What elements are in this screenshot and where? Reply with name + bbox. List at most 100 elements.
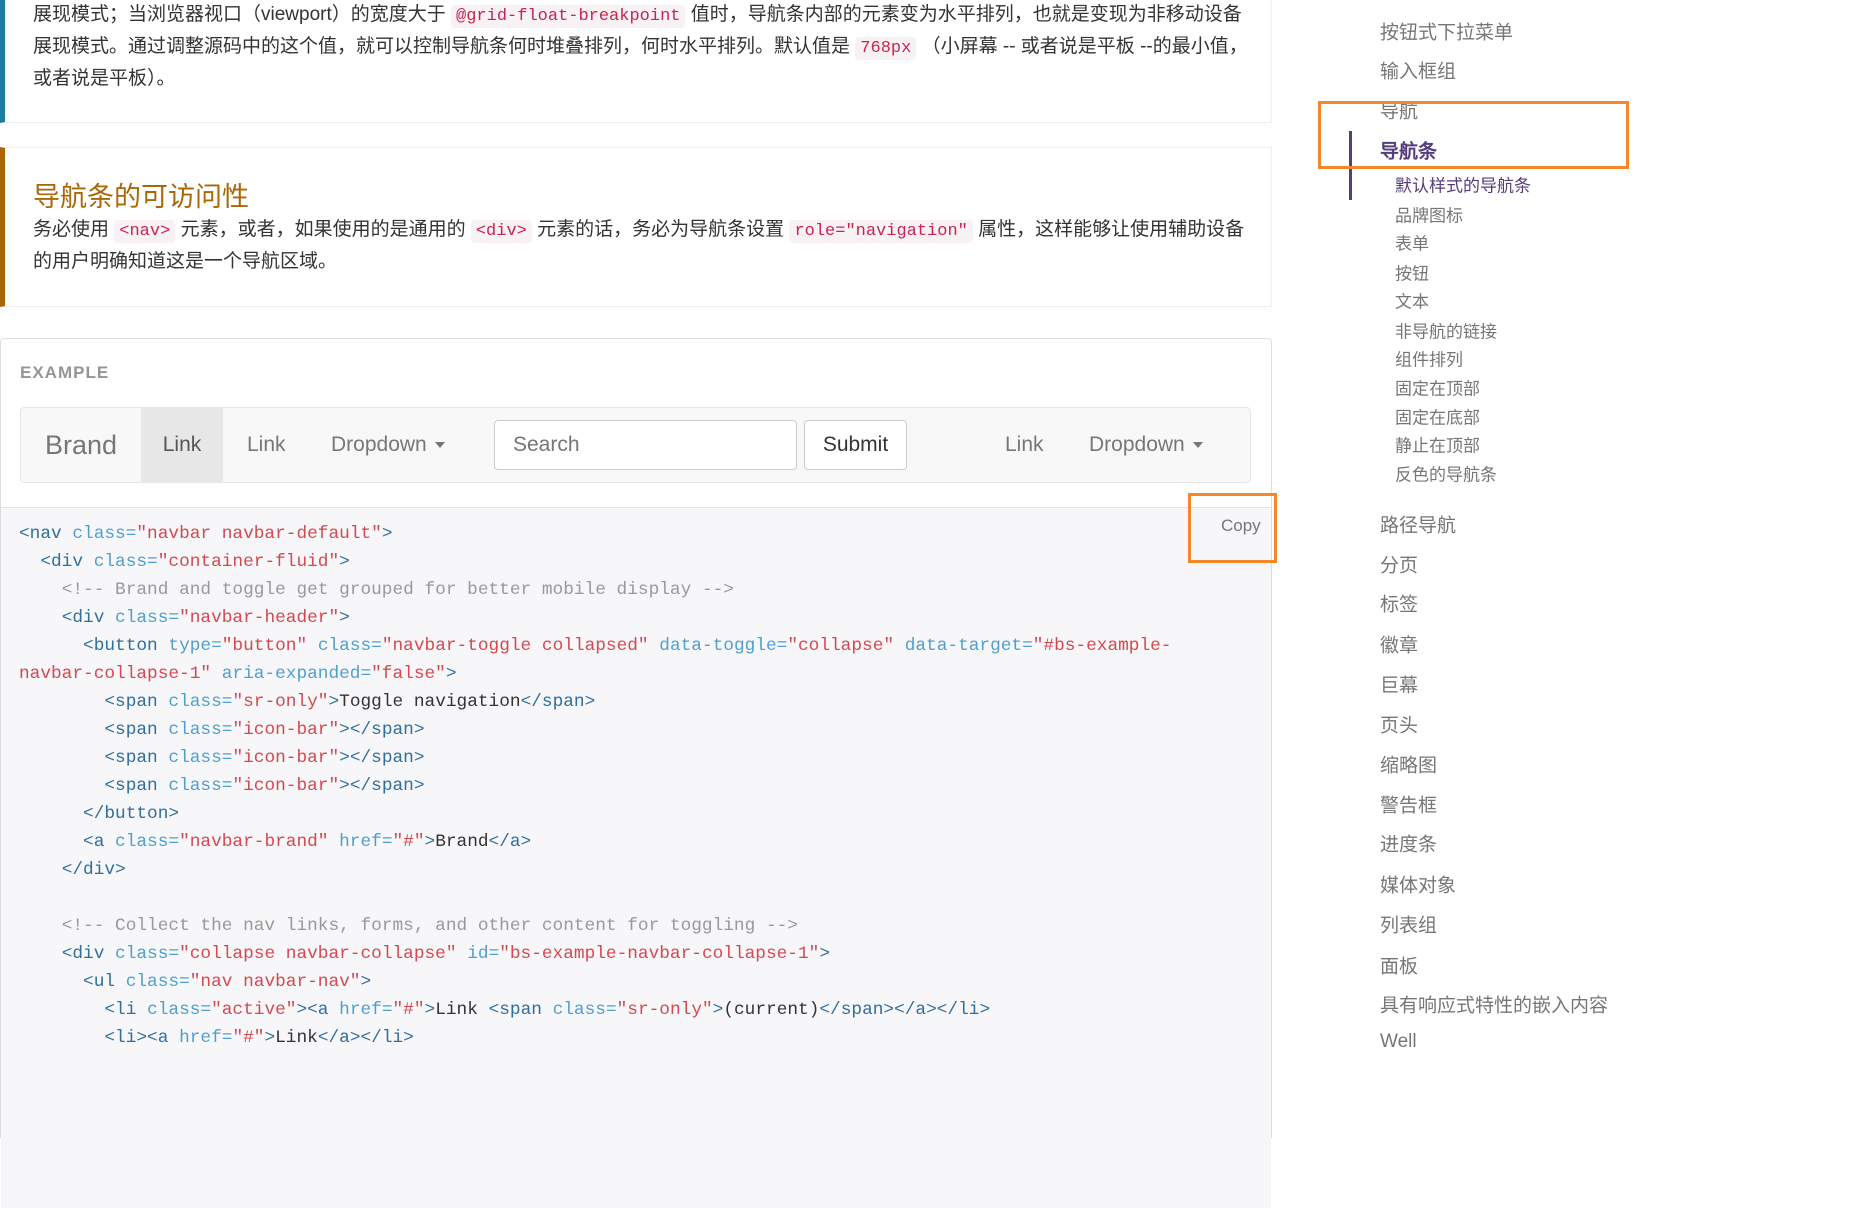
sidebar-item[interactable]: 非导航的链接 [1395,318,1497,343]
navbar-link-right[interactable]: Link [1005,408,1044,482]
sidebar-item[interactable]: 缩略图 [1380,751,1437,778]
code-token: class= [552,1000,617,1020]
code-token: <ul [83,972,126,992]
sidebar-item[interactable]: 巨幕 [1380,671,1418,698]
sidebar-item[interactable]: 默认样式的导航条 [1395,172,1531,197]
code-token: class= [317,636,382,656]
code-token: navbar-collapse-1" [19,664,212,684]
sidebar-item[interactable]: 表单 [1395,230,1429,255]
code-token: class= [168,748,233,768]
code-token: "navbar-toggle collapsed" [381,636,649,656]
code-token: "false" [371,664,446,684]
code-token: "#bs-example- [1032,636,1172,656]
navbar-link[interactable]: Link [247,408,286,482]
code-token: <a [83,832,116,852]
navbar-brand[interactable]: Brand [45,408,117,482]
code-line: <li class="active"><a href="#">Link <spa… [19,996,1171,1024]
navbar-dropdown[interactable]: Dropdown [331,408,445,482]
example-navbar: Brand Link Link Dropdown Submit Link Dro… [20,407,1251,483]
code-token: <button [83,636,169,656]
code-line: <ul class="nav navbar-nav"> [19,968,1171,996]
code-line: <span class="icon-bar"></span> [19,772,1171,800]
code-token: ></span> [339,720,425,740]
example-box: EXAMPLE Brand Link Link Dropdown Submit … [0,338,1272,1208]
code-token: <div [61,944,116,964]
callout-text: 展现模式；当浏览器视口（viewport）的宽度大于 @grid-float-b… [33,4,1248,89]
code-token: > [445,664,457,684]
sidebar-item[interactable]: 按钮式下拉菜单 [1380,18,1513,45]
sidebar-item[interactable]: 按钮 [1395,260,1429,285]
sidebar-item[interactable]: 具有响应式特性的嵌入内容 [1380,991,1608,1018]
code-token: class= [168,720,233,740]
code-token: "navbar-brand" [179,832,329,852]
sidebar-item[interactable]: 固定在底部 [1395,404,1480,429]
code-token: <!-- Collect the nav links, forms, and o… [61,916,798,936]
code-line: <!-- Collect the nav links, forms, and o… [19,912,1171,940]
sidebar-item[interactable]: 品牌图标 [1395,202,1463,227]
sidebar-item[interactable]: 徽章 [1380,631,1418,658]
code-token: > [712,1000,724,1020]
code-line: <!-- Brand and toggle get grouped for be… [19,576,1171,604]
code-line: <div class="navbar-header"> [19,604,1171,632]
sidebar-item[interactable]: 分页 [1380,551,1418,578]
example-label: EXAMPLE [20,363,110,382]
sidebar-item[interactable]: 输入框组 [1380,57,1456,84]
sidebar-item[interactable]: 页头 [1380,711,1418,738]
code-token: (current) [723,1000,820,1020]
code-line: <span class="icon-bar"></span> [19,716,1171,744]
navbar-link-active[interactable]: Link [141,408,223,482]
sidebar-item[interactable]: 标签 [1380,590,1418,617]
code-token: </a> [488,832,532,852]
code-token: </span> [520,692,596,712]
caret-down-icon [434,442,445,449]
sidebar-item[interactable]: 固定在顶部 [1395,375,1480,400]
sidebar-item[interactable]: 路径导航 [1380,511,1456,538]
sidebar-item[interactable]: 警告框 [1380,791,1437,818]
sidebar-item[interactable]: 文本 [1395,288,1429,313]
code-token: class= [93,552,158,572]
callout-text: 务必使用 <nav> 元素，或者，如果使用的是通用的 <div> 元素的话，务必… [33,219,1245,272]
code-token: > [381,524,393,544]
navbar-submit-button[interactable]: Submit [804,420,907,470]
code-token: ></span> [339,776,425,796]
code-token: <li [104,1000,148,1020]
inline-code: <nav> [114,220,176,243]
code-token: "icon-bar" [232,748,340,768]
sidebar-item[interactable]: 面板 [1380,952,1418,979]
code-token: </span></a></li> [819,1000,991,1020]
sidebar-item[interactable]: 列表组 [1380,911,1437,938]
navbar-search-input[interactable] [494,420,797,470]
code-token: "navbar navbar-default" [136,524,382,544]
sidebar-item[interactable]: 静止在顶部 [1395,432,1480,457]
code-line: <span class="icon-bar"></span> [19,744,1171,772]
code-token: class= [125,972,190,992]
code-token: "#" [232,1028,265,1048]
code-token: </a></li> [317,1028,414,1048]
navbar-dropdown-right[interactable]: Dropdown [1089,408,1203,482]
callout-accessibility: 导航条的可访问性 务必使用 <nav> 元素，或者，如果使用的是通用的 <div… [0,147,1272,307]
code-token: <nav [19,524,73,544]
code-token: <div [40,552,94,572]
code-token: > [819,944,830,964]
code-token: > [424,832,436,852]
sidebar-item[interactable]: 组件排列 [1395,346,1463,371]
code-token: </button> [83,804,180,824]
callout-grid-breakpoint: 展现模式；当浏览器视口（viewport）的宽度大于 @grid-float-b… [0,0,1272,123]
sidebar-item[interactable]: 媒体对象 [1380,871,1456,898]
code-token: href= [339,832,393,852]
sidebar-item[interactable]: 反色的导航条 [1395,461,1497,486]
sidebar-item[interactable]: 进度条 [1380,830,1437,857]
sidebar-item[interactable]: Well [1380,1031,1417,1053]
code-token: Link [435,1000,489,1020]
code-token: "bs-example-navbar-collapse-1" [499,944,820,964]
code-token: class= [168,776,233,796]
code-token: <span [104,720,169,740]
